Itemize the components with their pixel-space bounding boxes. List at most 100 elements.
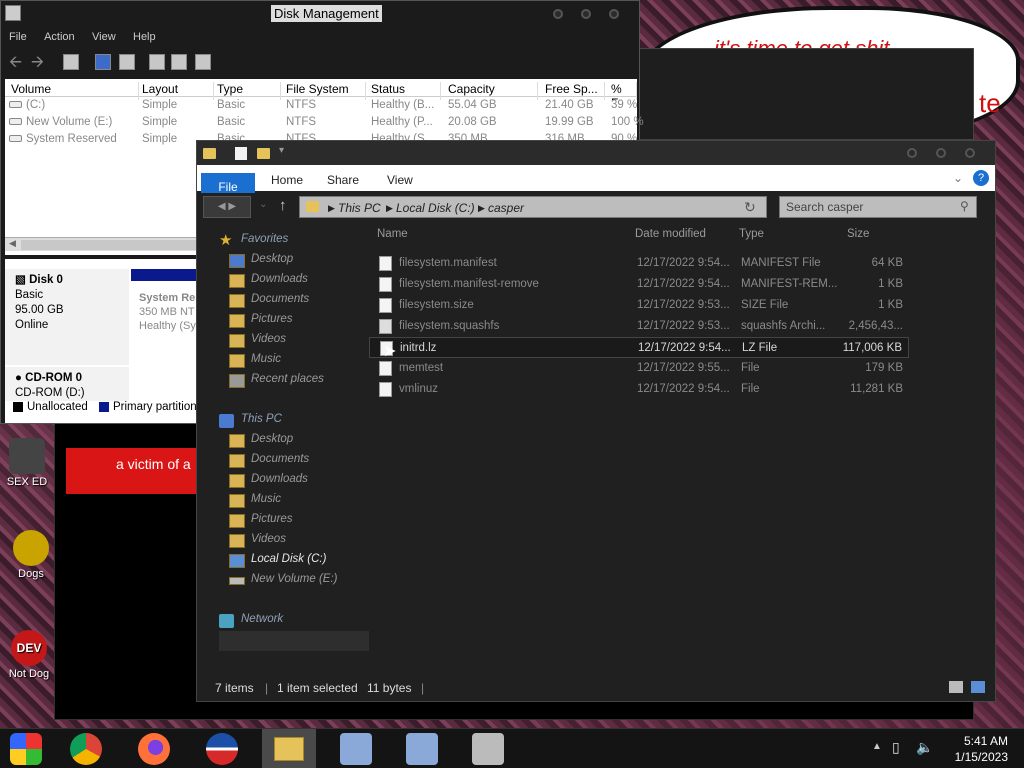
videos-icon (229, 334, 245, 348)
col-type[interactable]: Type (739, 228, 764, 240)
nav-fav-desktop[interactable]: Desktop (229, 253, 293, 271)
menu-action[interactable]: Action (36, 27, 81, 43)
nav-fav-music[interactable]: Music (229, 353, 281, 371)
properties-icon[interactable] (63, 54, 79, 70)
address-bar[interactable]: ▶ This PC ▶ Local Disk (C:) ▶ casper ↻ (299, 196, 767, 218)
volume-row[interactable]: (C:) Simple Basic NTFS Healthy (B... 55.… (5, 97, 637, 114)
file-row[interactable]: memtest 12/17/2022 9:55... File 179 KB (369, 358, 909, 379)
file-row-selected[interactable]: initrd.lz 12/17/2022 9:54... LZ File 117… (369, 337, 909, 358)
menu-help[interactable]: Help (125, 27, 162, 43)
col-name[interactable]: Name (377, 228, 408, 240)
nav-pc-desktop[interactable]: Desktop (229, 433, 293, 451)
desktop-icon (229, 254, 245, 268)
rescan-icon[interactable] (171, 54, 187, 70)
drive-icon (9, 135, 22, 143)
file-row[interactable]: vmlinuz 12/17/2022 9:54... File 11,281 K… (369, 379, 909, 400)
refresh-icon[interactable]: ↻ (744, 199, 756, 216)
tab-share[interactable]: Share (327, 173, 359, 187)
menu-file[interactable]: File (1, 27, 33, 43)
network-tray-icon[interactable]: ▯ (892, 739, 900, 756)
chevron-down-icon[interactable]: ▾ (279, 145, 284, 156)
tab-view[interactable]: View (387, 173, 413, 187)
maximize-button[interactable] (936, 148, 946, 158)
nav-fav-pictures[interactable]: Pictures (229, 313, 293, 331)
firefox-icon[interactable] (138, 733, 170, 765)
show-hidden-icons-chevron[interactable]: ▲ (872, 741, 882, 752)
up-arrow-icon[interactable]: ↑ (279, 197, 287, 214)
cdrom-0-label[interactable]: ● CD-ROM 0 CD-ROM (D:) (5, 367, 129, 403)
help-icon[interactable]: ? (973, 170, 989, 186)
ribbon-expand-icon[interactable]: ⌄ (953, 171, 963, 185)
forward-arrow-icon[interactable]: 🡪 (31, 51, 44, 78)
nav-fav-recent-places[interactable]: Recent places (229, 373, 324, 391)
nav-fav-documents[interactable]: Documents (229, 293, 309, 311)
chrome-icon[interactable] (70, 733, 102, 765)
show-hide-icon[interactable] (119, 54, 135, 70)
col-date-modified[interactable]: Date modified (635, 228, 706, 240)
disk-management-taskbar-icon[interactable] (340, 733, 372, 765)
nav-network[interactable]: Network (219, 613, 283, 631)
search-box[interactable]: ⚲ (779, 196, 977, 218)
nav-this-pc[interactable]: This PC (219, 413, 282, 431)
breadcrumb-this-pc[interactable]: This PC (338, 201, 381, 215)
new-folder-icon[interactable] (257, 148, 270, 159)
details-view-icon[interactable] (949, 681, 963, 693)
nav-fav-downloads[interactable]: Downloads (229, 273, 308, 291)
unallocated-swatch (13, 401, 23, 412)
help-icon[interactable] (95, 54, 111, 70)
address-row: ◀ ▶ ⌄ ↑ ▶ This PC ▶ Local Disk (C:) ▶ ca… (197, 193, 995, 221)
breadcrumb-casper[interactable]: casper (488, 201, 524, 215)
nav-fav-videos[interactable]: Videos (229, 333, 286, 351)
desktop-icon-not-dog[interactable]: DEV Not Dog (4, 630, 54, 680)
file-row[interactable]: filesystem.manifest 12/17/2022 9:54... M… (369, 253, 909, 274)
desktop-icon-dogs[interactable]: Dogs (6, 530, 56, 580)
volume-row[interactable]: New Volume (E:) Simple Basic NTFS Health… (5, 114, 644, 131)
close-button[interactable] (965, 148, 975, 158)
obama-logo-icon[interactable] (206, 733, 238, 765)
nav-pc-videos[interactable]: Videos (229, 533, 286, 551)
file-row[interactable]: filesystem.size 12/17/2022 9:53... SIZE … (369, 295, 909, 316)
large-icons-view-icon[interactable] (971, 681, 985, 693)
background-window (634, 48, 974, 140)
nav-pc-local-disk[interactable]: Local Disk (C:) (229, 553, 326, 571)
breadcrumb-local-disk[interactable]: Local Disk (C:) (396, 201, 475, 215)
refresh-icon[interactable] (149, 54, 165, 70)
disk-management-titlebar[interactable]: Disk Management (1, 1, 639, 27)
minimize-button[interactable] (553, 9, 563, 19)
file-row[interactable]: filesystem.squashfs 12/17/2022 9:53... s… (369, 316, 909, 337)
system-clock[interactable]: 5:41 AM 1/15/2023 (955, 733, 1008, 765)
tab-home[interactable]: Home (271, 173, 303, 187)
computer-management-taskbar-icon[interactable] (406, 733, 438, 765)
file-row[interactable]: filesystem.manifest-remove 12/17/2022 9:… (369, 274, 909, 295)
nav-pc-downloads[interactable]: Downloads (229, 473, 308, 491)
recent-locations-icon[interactable]: ⌄ (259, 199, 267, 210)
start-button-icon[interactable] (10, 733, 42, 765)
search-icon[interactable]: ⚲ (960, 199, 969, 213)
nav-pc-documents[interactable]: Documents (229, 453, 309, 471)
file-explorer-taskbar-button[interactable] (262, 729, 316, 768)
back-arrow-icon[interactable]: 🡨 (9, 51, 22, 78)
nav-pc-new-volume[interactable]: New Volume (E:) (229, 573, 338, 591)
desktop-icon-sex-ed[interactable]: SEX ED (2, 438, 52, 488)
scroll-left-icon[interactable]: ◀ (9, 238, 16, 249)
volume-icon[interactable]: 🔈 (916, 739, 933, 756)
close-button[interactable] (609, 9, 619, 19)
col-size[interactable]: Size (847, 228, 869, 240)
settings-icon[interactable] (195, 54, 211, 70)
status-separator: | (265, 681, 269, 695)
recent-places-icon (229, 374, 245, 388)
nav-pc-music[interactable]: Music (229, 493, 281, 511)
documents-icon (229, 294, 245, 308)
scrollbar-thumb[interactable] (21, 240, 211, 250)
disk-0-label[interactable]: ▧ Disk 0 Basic 95.00 GB Online (5, 269, 129, 365)
back-forward-buttons[interactable]: ◀ ▶ (203, 196, 251, 218)
search-input[interactable] (786, 199, 946, 215)
printer-icon[interactable] (472, 733, 504, 765)
nav-favorites[interactable]: ★ Favorites (219, 232, 288, 251)
properties-quick-icon[interactable] (235, 147, 247, 160)
maximize-button[interactable] (581, 9, 591, 19)
menu-view[interactable]: View (84, 27, 122, 43)
minimize-button[interactable] (907, 148, 917, 158)
nav-pc-pictures[interactable]: Pictures (229, 513, 293, 531)
explorer-titlebar[interactable]: ▾ (197, 141, 995, 165)
